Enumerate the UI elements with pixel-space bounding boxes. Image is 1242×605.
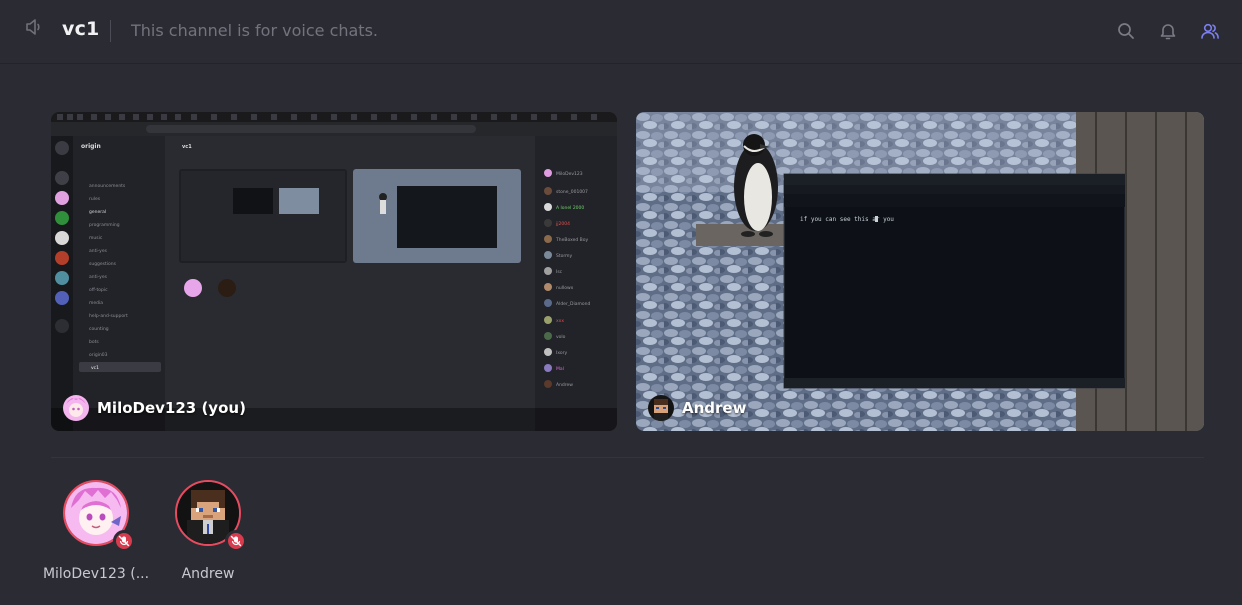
stream-label: Andrew [648,395,746,421]
avatar-image [648,395,674,421]
participants-divider [51,457,1204,458]
stream-label: MiloDev123 (you) [63,395,246,421]
muted-badge [225,530,247,552]
channel-topic: This channel is for voice chats. [131,21,378,40]
preview-channel: rules [89,196,101,202]
channel-title: vc1 [62,18,100,40]
stream-tile-andrew[interactable]: if you can see this ar you Andrew [636,112,1204,431]
search-icon[interactable] [1116,21,1136,41]
camera-feed: if you can see this ar you [636,112,1204,431]
preview-member: MiloDev123 [556,171,583,177]
members-icon[interactable] [1200,21,1220,41]
preview-channel: music [89,235,103,241]
preview-channel: general [89,209,106,215]
avatar-image [63,395,89,421]
preview-channel: anti-yes [89,274,108,280]
preview-channel: programming [89,222,120,228]
participant-name: MiloDev123 (... [42,566,150,582]
preview-member: jj2004 [555,221,570,227]
screen-share-preview: origin announcements rules general progr… [51,112,617,431]
avatar [63,395,89,421]
preview-channel: announcements [89,183,126,189]
stream-tile-milodev[interactable]: origin announcements rules general progr… [51,112,617,431]
muted-badge [113,530,135,552]
preview-member: Stormy [556,253,573,259]
mic-muted-icon [230,535,242,547]
preview-channel-title: vc1 [182,144,192,150]
avatar [648,395,674,421]
participant-name: Andrew [181,566,235,582]
header-divider [110,20,111,42]
channel-header: vc1 This channel is for voice chats. [0,0,1242,64]
preview-member: Isc [556,269,563,275]
preview-channel: help-and-support [89,313,128,319]
preview-member: A lonel 2000 [556,205,584,211]
preview-member: xxx [556,319,564,324]
terminal-text: if you can see this ar you [800,216,894,223]
mic-muted-icon [118,535,130,547]
speaker-icon [26,19,40,35]
participant-andrew[interactable]: Andrew [153,480,263,582]
preview-channel: counting [89,326,109,332]
preview-member: stone_001007 [556,189,588,195]
preview-member: Mal [556,366,564,372]
preview-channel: off-topic [89,287,108,293]
preview-member: Andrew [556,382,573,388]
preview-member: Ixory [556,350,567,356]
preview-channel: media [89,300,103,306]
stream-user-name: MiloDev123 (you) [97,399,246,417]
stream-user-name: Andrew [682,399,747,417]
preview-channel: bots [89,339,99,345]
preview-member: nullowx [556,285,574,291]
preview-channel: anti-yes [89,248,108,254]
preview-server-name: origin [81,143,101,150]
preview-voice-channel: vc1 [91,365,99,371]
preview-member: volo [556,334,566,340]
preview-channel: origin03 [89,352,108,358]
bell-icon[interactable] [1158,21,1178,41]
preview-member: TheBoxed Boy [555,237,588,243]
preview-member: Alder_Diamond [556,301,591,307]
participant-milodev[interactable]: MiloDev123 (... [41,480,151,582]
preview-channel: suggestions [89,261,117,267]
